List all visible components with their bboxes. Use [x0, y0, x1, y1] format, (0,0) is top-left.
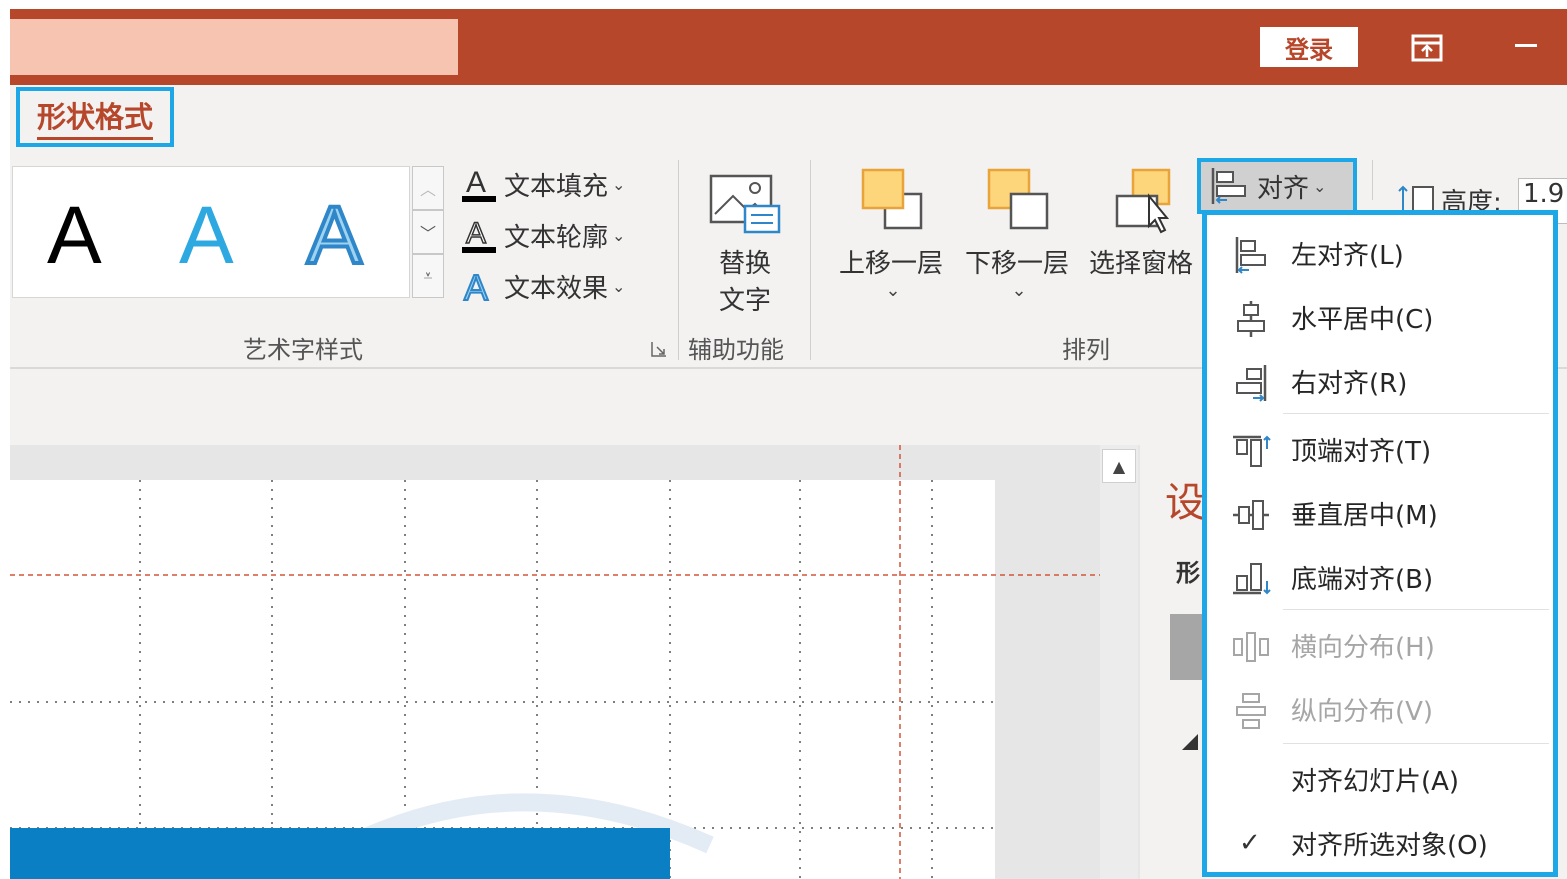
- menu-item-distribute-horizontal[interactable]: 横向分布(H): [1207, 615, 1553, 675]
- alt-text-label-2: 文字: [718, 286, 771, 316]
- menu-item-label: 左对齐(L): [1291, 240, 1404, 271]
- menu-item-align-bottom[interactable]: 底端对齐(B): [1207, 547, 1553, 607]
- text-fill-icon: A: [462, 166, 496, 202]
- group-label-wordart: 艺术字样式: [243, 336, 363, 364]
- menu-separator: [1283, 609, 1549, 610]
- alt-text-button[interactable]: 替换 文字: [700, 170, 790, 317]
- text-outline-button[interactable]: A 文本轮廓 ⌄: [460, 215, 625, 255]
- slide-gridlines: [10, 445, 1100, 879]
- blue-shape[interactable]: [10, 828, 670, 879]
- menu-separator: [1283, 743, 1549, 744]
- menu-item-distribute-vertical[interactable]: 纵向分布(V): [1207, 679, 1553, 739]
- group-separator: [1372, 160, 1373, 200]
- wordart-style-blue[interactable]: A: [179, 189, 234, 283]
- group-separator: [678, 160, 679, 360]
- gallery-scroll-down[interactable]: ﹀: [412, 210, 444, 254]
- menu-item-label: 横向分布(H): [1291, 632, 1435, 663]
- text-fill-label: 文本填充: [504, 171, 609, 202]
- tab-label: 形状格式: [36, 94, 153, 140]
- svg-text:A: A: [466, 217, 486, 250]
- menu-separator: [1283, 413, 1549, 414]
- chevron-down-icon: ⌄: [1313, 176, 1327, 196]
- tab-shape-format[interactable]: 形状格式: [16, 87, 174, 147]
- chevron-down-icon: ⌄: [612, 276, 626, 296]
- checkmark-icon: ✓: [1239, 828, 1261, 858]
- pane-subtitle: 形: [1176, 559, 1200, 587]
- title-bar: 登录: [10, 9, 1567, 85]
- gallery-scroll-up[interactable]: ︿: [412, 166, 444, 210]
- distribute-vertical-icon: [1236, 693, 1266, 729]
- menu-item-label: 水平居中(C): [1291, 304, 1434, 335]
- text-effects-button[interactable]: A 文本效果 ⌄: [460, 266, 625, 306]
- menu-item-label: 右对齐(R): [1291, 368, 1408, 399]
- send-backward-label: 下移一层: [964, 249, 1069, 279]
- wordart-gallery[interactable]: A A A: [12, 166, 410, 298]
- alt-text-label-1: 替换: [718, 249, 771, 279]
- expand-triangle-icon[interactable]: [1180, 732, 1200, 752]
- document-title: [10, 19, 458, 75]
- menu-item-align-center[interactable]: 水平居中(C): [1207, 287, 1553, 347]
- vertical-scrollbar[interactable]: [1100, 445, 1138, 879]
- group-separator: [810, 160, 811, 360]
- wordart-style-black[interactable]: A: [47, 189, 102, 283]
- chevron-down-icon: ⌄: [885, 280, 901, 301]
- distribute-horizontal-icon: [1233, 632, 1269, 662]
- bring-forward-label: 上移一层: [838, 249, 943, 279]
- align-right-icon: [1236, 365, 1267, 402]
- menu-item-label: 对齐幻灯片(A): [1291, 766, 1460, 797]
- menu-item-align-top[interactable]: 顶端对齐(T): [1207, 419, 1553, 479]
- menu-item-align-middle[interactable]: 垂直居中(M): [1207, 483, 1553, 543]
- menu-item-align-to-slide[interactable]: 对齐幻灯片(A): [1207, 749, 1553, 809]
- text-outline-icon: A: [462, 216, 496, 253]
- group-label-accessibility: 辅助功能: [688, 336, 784, 364]
- bring-forward-button[interactable]: 上移一层 ⌄: [834, 166, 948, 301]
- chevron-down-icon: ⌄: [612, 225, 626, 245]
- gallery-more[interactable]: ⩡: [412, 254, 444, 298]
- align-button[interactable]: 对齐 ⌄: [1197, 158, 1357, 214]
- align-dropdown-menu: 左对齐(L) 水平居中(C) 右对齐(R) 顶端对齐(T) 垂直居中(M) 底端…: [1202, 210, 1558, 877]
- group-label-arrange: 排列: [1062, 336, 1110, 364]
- text-outline-label: 文本轮廓: [504, 222, 609, 253]
- pane-title: 设: [1165, 480, 1205, 526]
- wordart-style-outline[interactable]: A: [305, 188, 364, 283]
- text-fill-button[interactable]: A 文本填充 ⌄: [460, 164, 625, 204]
- menu-item-align-left[interactable]: 左对齐(L): [1207, 223, 1553, 283]
- text-effects-icon: A: [463, 266, 489, 306]
- selection-pane-button[interactable]: 选择窗格: [1084, 166, 1198, 280]
- selection-pane-icon: [1115, 168, 1171, 234]
- scroll-up-button[interactable]: ▲: [1102, 449, 1136, 483]
- menu-item-label: 垂直居中(M): [1291, 500, 1438, 531]
- alt-text-icon: [709, 174, 781, 234]
- bring-forward-icon: [861, 168, 923, 230]
- send-backward-icon: [987, 168, 1049, 230]
- menu-item-label: 纵向分布(V): [1291, 696, 1434, 727]
- menu-item-label: 对齐所选对象(O): [1291, 830, 1488, 861]
- chevron-down-icon: ⌄: [612, 174, 626, 194]
- selection-pane-label: 选择窗格: [1088, 249, 1193, 279]
- menu-item-label: 底端对齐(B): [1291, 564, 1434, 595]
- menu-item-align-right[interactable]: 右对齐(R): [1207, 351, 1553, 411]
- dialog-launcher-icon[interactable]: [650, 340, 668, 358]
- align-label: 对齐: [1257, 173, 1310, 204]
- ribbon-display-options-icon[interactable]: [1410, 31, 1444, 65]
- svg-text:A: A: [464, 267, 488, 306]
- align-left-icon: [1211, 168, 1246, 204]
- align-top-icon: [1233, 435, 1271, 467]
- login-button[interactable]: 登录: [1260, 27, 1358, 67]
- menu-item-align-selected[interactable]: ✓ 对齐所选对象(O): [1207, 813, 1553, 873]
- text-effects-label: 文本效果: [504, 273, 609, 304]
- align-center-icon: [1237, 301, 1265, 337]
- align-middle-icon: [1233, 500, 1269, 530]
- align-left-icon: [1235, 237, 1266, 274]
- chevron-down-icon: ⌄: [1011, 280, 1027, 301]
- align-bottom-icon: [1233, 563, 1271, 595]
- svg-text:A: A: [466, 166, 486, 199]
- minimize-button[interactable]: [1515, 44, 1537, 47]
- send-backward-button[interactable]: 下移一层 ⌄: [960, 166, 1074, 301]
- menu-item-label: 顶端对齐(T): [1291, 436, 1432, 467]
